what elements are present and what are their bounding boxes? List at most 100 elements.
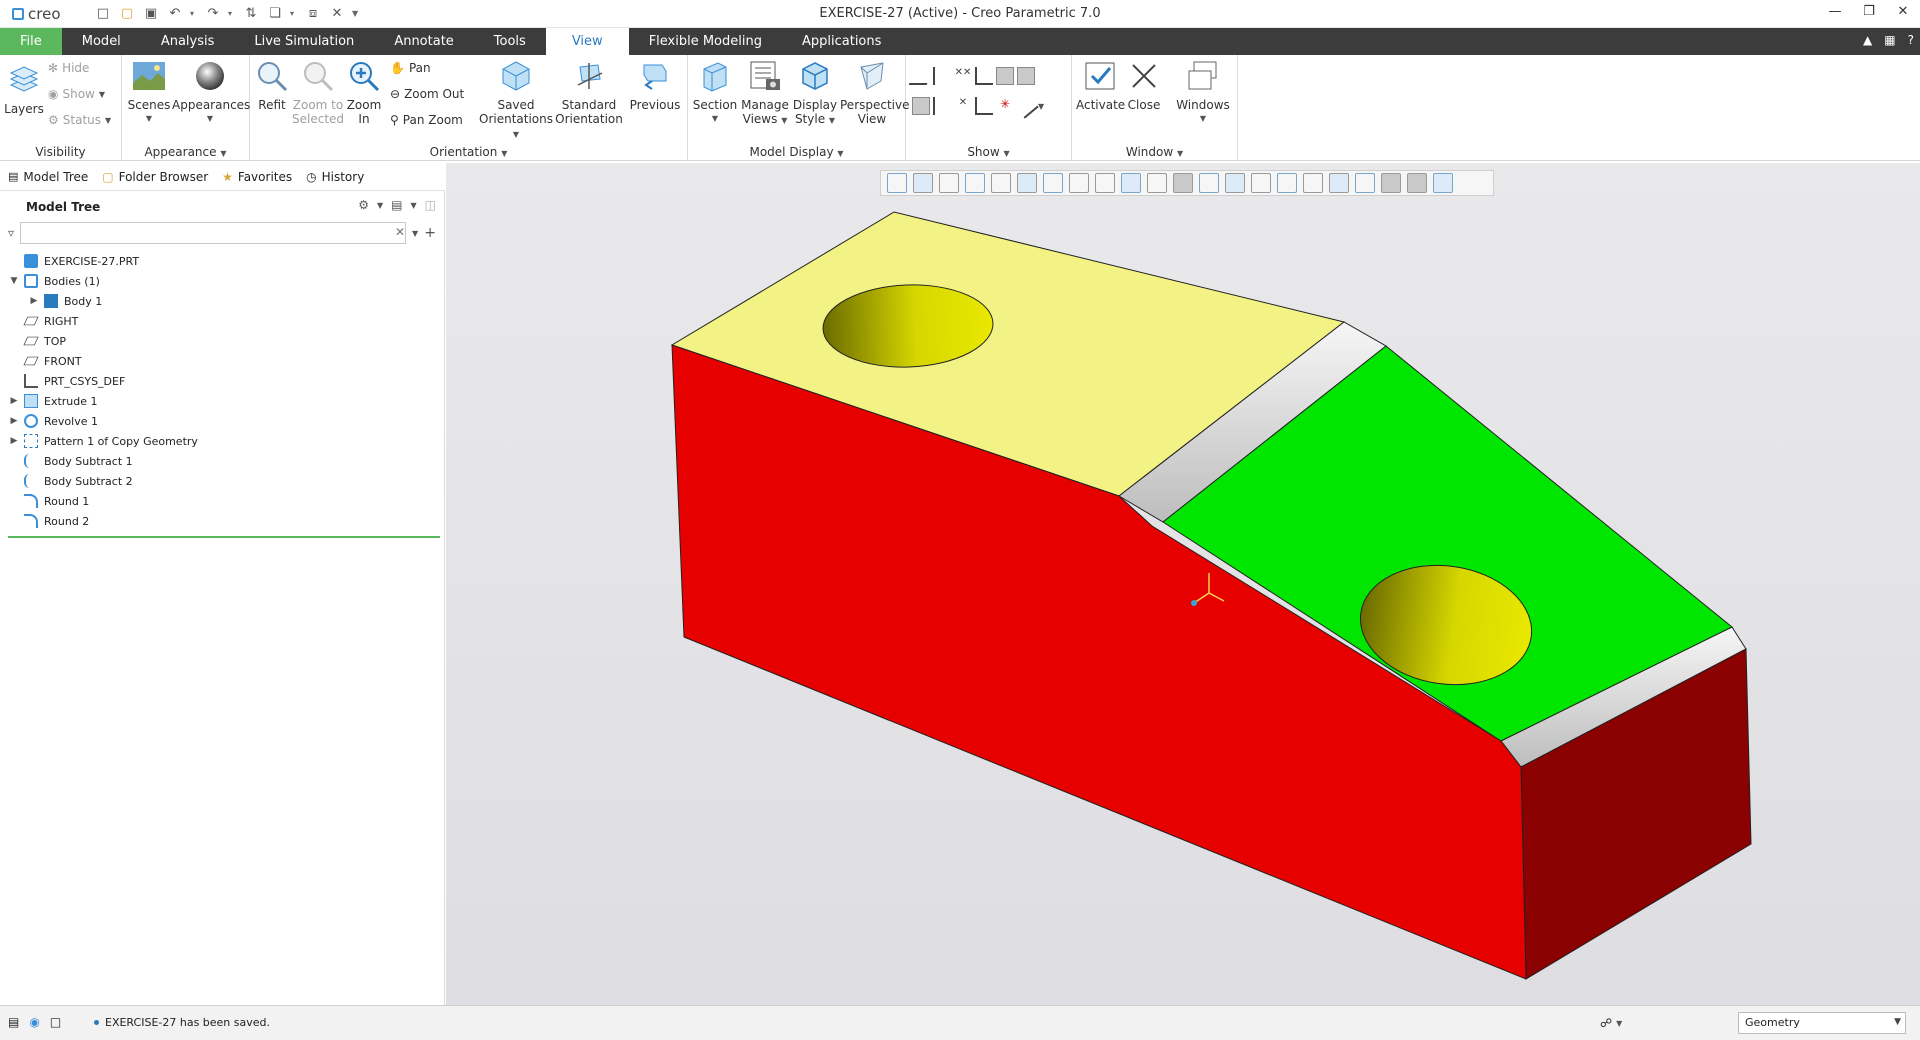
tree-search-input[interactable] (20, 222, 407, 244)
tree-item[interactable]: ▶ Extrude 1 (8, 391, 440, 411)
tree-show-dropdown-icon[interactable]: ▼ (411, 201, 417, 210)
search-dropdown-icon[interactable]: ▼ (412, 229, 418, 238)
tree-item[interactable]: TOP (8, 331, 440, 351)
tree-collapse-icon[interactable]: ▼ (8, 276, 20, 286)
selection-filter[interactable]: Geometry ▼ (1738, 1012, 1906, 1034)
save-icon[interactable]: ▣ (142, 4, 160, 22)
pan-button[interactable]: ✋ Pan (390, 61, 431, 75)
tree-item[interactable]: PRT_CSYS_DEF (8, 371, 440, 391)
tree-expand-icon[interactable]: ▶ (8, 436, 20, 446)
model-display-group-label[interactable]: Model Display ▼ (688, 145, 905, 159)
close-window-icon[interactable]: ⧈ (304, 4, 322, 22)
orientation-group-label[interactable]: Orientation ▼ (250, 145, 687, 159)
search-clear-icon[interactable]: ✕ (395, 225, 405, 239)
spin-center-icon[interactable]: ✳ (996, 97, 1014, 115)
tree-item[interactable]: ▶ Body 1 (8, 291, 440, 311)
tree-expand-icon[interactable]: ▶ (28, 296, 40, 306)
zoom-to-selected-button[interactable]: Zoom to Selected (292, 59, 344, 126)
model-3d-view[interactable] (446, 163, 1920, 1005)
delete-icon[interactable]: ✕ (328, 4, 346, 22)
undo-dropdown-icon[interactable]: ▾ (190, 9, 198, 18)
add-filter-icon[interactable]: + (424, 225, 436, 241)
axis-tag-icon[interactable] (933, 97, 951, 115)
activate-button[interactable]: Activate (1076, 59, 1125, 112)
tab-file[interactable]: File (0, 28, 62, 55)
pan-zoom-button[interactable]: ⚲ Pan Zoom (390, 113, 463, 127)
refit-button[interactable]: Refit (254, 59, 290, 112)
csys-display-icon[interactable] (975, 67, 993, 85)
regenerate-icon[interactable]: ⇅ (242, 4, 260, 22)
tab-favorites[interactable]: ★ Favorites (222, 170, 292, 184)
manage-views-button[interactable]: Manage Views ▼ (740, 59, 790, 128)
layers-button[interactable]: Layers (4, 63, 44, 116)
tree-expand-icon[interactable]: ▶ (8, 416, 20, 426)
tab-tools[interactable]: Tools (474, 28, 546, 55)
tab-annotate[interactable]: Annotate (374, 28, 473, 55)
csys-tag-icon[interactable] (975, 97, 993, 115)
scenes-button[interactable]: Scenes ▼ (126, 59, 172, 126)
status-button[interactable]: ⚙ Status ▼ (48, 113, 111, 127)
tab-analysis[interactable]: Analysis (141, 28, 235, 55)
sketch-display-icon[interactable] (1013, 93, 1039, 119)
customize-qat-icon[interactable]: ▼ (352, 9, 360, 18)
tree-item[interactable]: FRONT (8, 351, 440, 371)
plane-tag-display-icon[interactable] (996, 67, 1014, 85)
tree-item[interactable]: ▼ Bodies (1) (8, 271, 440, 291)
tree-item[interactable]: RIGHT (8, 311, 440, 331)
previous-button[interactable]: Previous (626, 59, 684, 112)
show-group-label[interactable]: Show ▼ (906, 145, 1071, 159)
collapse-ribbon-icon[interactable]: ▲ (1863, 33, 1872, 47)
close-icon[interactable]: ✕ (1894, 4, 1912, 22)
find-button[interactable]: ☍ ▼ (1600, 1012, 1640, 1034)
tree-settings-icon[interactable]: ⚙ (358, 198, 369, 212)
hide-button[interactable]: ✻ Hide (48, 61, 89, 75)
section-button[interactable]: Section ▼ (692, 59, 738, 126)
appearances-button[interactable]: Appearances ▼ (172, 59, 250, 126)
axis-display-icon[interactable] (933, 67, 951, 85)
plane-display-icon[interactable] (908, 67, 934, 85)
plane-tag-icon[interactable] (912, 97, 930, 115)
tree-settings-dropdown-icon[interactable]: ▼ (377, 201, 383, 210)
redo-icon[interactable]: ↷ (204, 4, 222, 22)
display-style-button[interactable]: Display Style ▼ (790, 59, 840, 128)
point-tag-icon[interactable]: ✕ (954, 97, 972, 115)
show-button[interactable]: ◉ Show ▼ (48, 87, 105, 101)
browser-toggle-icon[interactable]: ◉ (29, 1015, 39, 1029)
tree-item[interactable]: Round 2 (8, 511, 440, 531)
windows-icon[interactable]: ❏ (266, 4, 284, 22)
tree-item[interactable]: ▶ Pattern 1 of Copy Geometry (8, 431, 440, 451)
saved-orientations-button[interactable]: Saved Orientations ▼ (478, 59, 554, 142)
tab-view[interactable]: View (545, 28, 629, 55)
windows-dropdown-icon[interactable]: ▾ (290, 9, 298, 18)
zoom-out-button[interactable]: ⊖ Zoom Out (390, 87, 464, 101)
tree-item[interactable]: EXERCISE-27.PRT (8, 251, 440, 271)
standard-orientation-button[interactable]: Standard Orientation (554, 59, 624, 126)
redo-dropdown-icon[interactable]: ▾ (228, 9, 236, 18)
navigator-toggle-icon[interactable]: ▤ (8, 1015, 19, 1029)
tree-expand-icon[interactable]: ▶ (8, 396, 20, 406)
tab-live-simulation[interactable]: Live Simulation (234, 28, 374, 55)
undo-icon[interactable]: ↶ (166, 4, 184, 22)
point-display-icon[interactable]: ✕✕ (954, 67, 972, 85)
open-folder-icon[interactable]: ▢ (118, 4, 136, 22)
close-window-button[interactable]: Close (1124, 59, 1164, 112)
show-more-dropdown-icon[interactable]: ▼ (1038, 102, 1044, 115)
tree-show-icon[interactable]: ▤ (391, 198, 402, 212)
tree-item[interactable]: Body Subtract 2 (8, 471, 440, 491)
tree-item[interactable]: Body Subtract 1 (8, 451, 440, 471)
tab-folder-browser[interactable]: ▢ Folder Browser (102, 170, 208, 184)
restore-icon[interactable]: ❐ (1860, 4, 1878, 22)
tree-columns-icon[interactable]: ◫ (425, 198, 436, 212)
tab-flexible-modeling[interactable]: Flexible Modeling (629, 28, 782, 55)
customize-icon[interactable]: ▦ (1884, 33, 1895, 47)
tree-item[interactable]: Round 1 (8, 491, 440, 511)
perspective-view-button[interactable]: Perspective View (840, 59, 910, 126)
tab-history[interactable]: ◷ History (306, 170, 364, 184)
tab-model-tree[interactable]: ▤ Model Tree (8, 170, 88, 184)
zoom-in-button[interactable]: Zoom In (346, 59, 382, 126)
tab-applications[interactable]: Applications (782, 28, 901, 55)
appearance-group-label[interactable]: Appearance ▼ (122, 145, 249, 159)
new-file-icon[interactable]: □ (94, 4, 112, 22)
full-screen-icon[interactable]: □ (50, 1015, 61, 1029)
window-group-label[interactable]: Window ▼ (1072, 145, 1237, 159)
